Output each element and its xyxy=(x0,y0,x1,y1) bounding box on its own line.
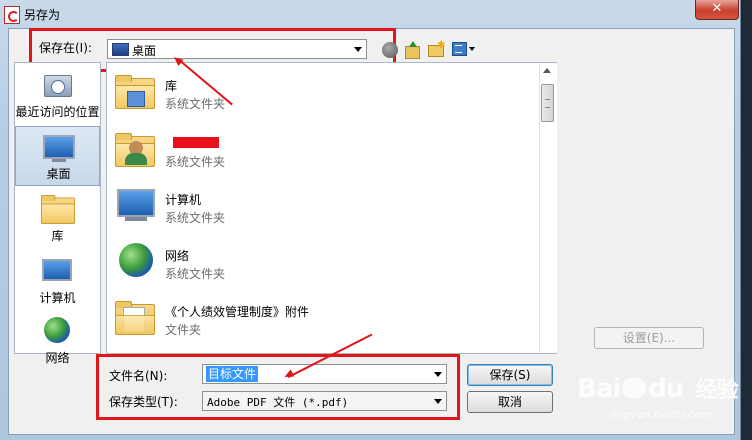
file-list[interactable]: 库 系统文件夹 系统文件夹 计算机 系统文件夹 网络 系统文件夹 《个人绩效管理… xyxy=(106,62,557,354)
item-name: 网络 xyxy=(165,249,190,263)
item-type: 系统文件夹 xyxy=(165,211,226,225)
places-bar: 最近访问的位置 桌面 库 计算机 网络 xyxy=(14,62,101,365)
paw-icon xyxy=(622,377,647,399)
item-name: 《个人绩效管理制度》附件 xyxy=(165,305,310,319)
place-label: 网络 xyxy=(45,351,70,365)
list-item[interactable]: 计算机 系统文件夹 xyxy=(113,183,533,235)
highlight-box-filename xyxy=(96,354,460,420)
list-item[interactable]: 《个人绩效管理制度》附件 文件夹 xyxy=(113,295,533,347)
folder-icon xyxy=(115,301,155,335)
background-desktop xyxy=(741,0,752,440)
place-label: 桌面 xyxy=(46,167,71,181)
item-type: 系统文件夹 xyxy=(165,97,226,111)
place-desktop[interactable]: 桌面 xyxy=(15,126,100,186)
place-label: 最近访问的位置 xyxy=(15,105,100,119)
recent-places-icon xyxy=(42,71,72,97)
item-type: 系统文件夹 xyxy=(165,267,226,281)
cancel-button[interactable]: 取消 xyxy=(467,391,553,413)
watermark-brand-a: Bai xyxy=(577,374,621,404)
libraries-icon xyxy=(41,195,75,224)
watermark-cn: 经验 xyxy=(695,378,738,403)
list-item[interactable]: 网络 系统文件夹 xyxy=(113,239,533,291)
redacted-name xyxy=(173,137,219,148)
new-folder-icon[interactable]: ✱ xyxy=(428,40,445,57)
scroll-up-arrow-icon[interactable] xyxy=(543,68,551,73)
desktop-icon xyxy=(43,135,75,159)
list-item[interactable]: 库 系统文件夹 xyxy=(113,69,533,121)
item-name: 库 xyxy=(165,79,178,93)
place-network[interactable]: 网络 xyxy=(15,313,100,365)
save-button[interactable]: 保存(S) xyxy=(467,364,553,386)
computer-icon xyxy=(117,189,155,217)
user-folder-icon xyxy=(115,133,155,167)
place-computer[interactable]: 计算机 xyxy=(15,253,100,309)
computer-icon xyxy=(42,259,72,281)
pdf-app-icon xyxy=(4,6,20,24)
item-type: 文件夹 xyxy=(165,323,202,337)
item-type: 系统文件夹 xyxy=(165,155,226,169)
item-name: 计算机 xyxy=(165,193,202,207)
place-label: 计算机 xyxy=(39,291,76,305)
settings-button[interactable]: 设置(E)... xyxy=(594,327,704,349)
watermark-logo: Bai du 经验 xyxy=(577,372,738,404)
view-menu-icon[interactable] xyxy=(452,42,476,56)
place-label: 库 xyxy=(51,229,64,243)
title-bar[interactable]: 另存为 xyxy=(0,0,740,28)
network-icon xyxy=(119,243,153,277)
watermark-brand-b: du xyxy=(648,374,684,404)
network-icon xyxy=(44,317,70,343)
back-icon[interactable] xyxy=(382,42,398,58)
place-libraries[interactable]: 库 xyxy=(15,191,100,247)
scrollbar-thumb[interactable] xyxy=(541,84,554,122)
list-item[interactable]: 系统文件夹 xyxy=(113,127,533,179)
up-folder-icon[interactable] xyxy=(405,41,420,59)
watermark-url: jingyan.baidu.com xyxy=(610,408,712,421)
window-title: 另存为 xyxy=(24,8,61,22)
close-button[interactable]: ✕ xyxy=(695,0,739,20)
libraries-folder-icon xyxy=(115,75,155,109)
place-recent[interactable]: 最近访问的位置 xyxy=(15,67,100,125)
